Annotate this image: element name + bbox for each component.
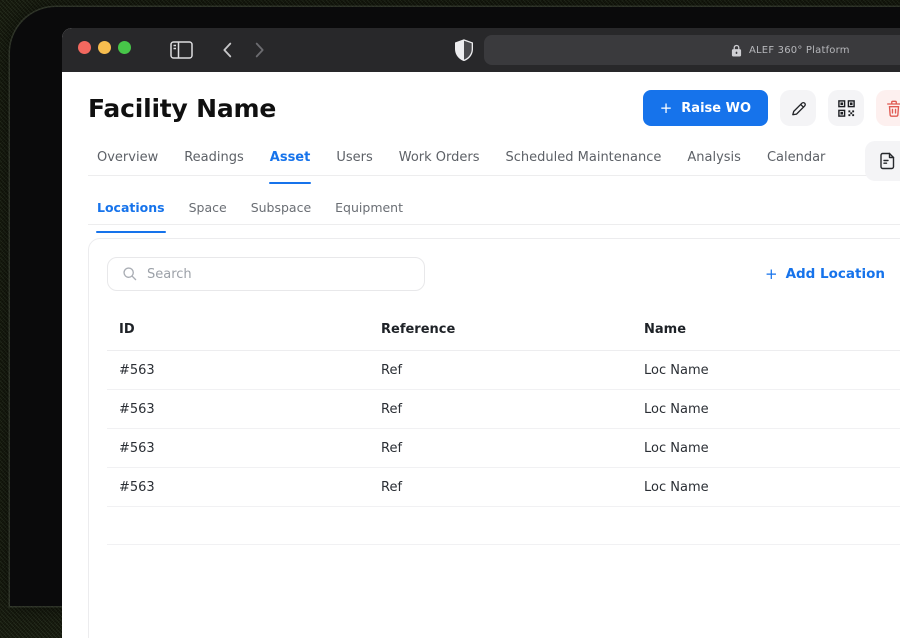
search-input[interactable] xyxy=(147,266,387,282)
subtab-locations[interactable]: Locations xyxy=(96,191,166,233)
sidebar-toggle-icon[interactable] xyxy=(170,41,193,59)
qr-code-button[interactable] xyxy=(828,90,864,126)
add-location-label: Add Location xyxy=(785,266,885,282)
locations-panel: + Add Location ID Reference Name #563 Re… xyxy=(88,238,900,638)
tab-users[interactable]: Users xyxy=(335,141,373,174)
privacy-shield-icon[interactable] xyxy=(454,39,474,61)
subtab-space[interactable]: Space xyxy=(188,191,228,224)
page-content: Facility Name + Raise WO Overview Readin… xyxy=(62,90,900,638)
cell-reference: Ref xyxy=(381,479,403,495)
cell-reference: Ref xyxy=(381,440,403,456)
tab-analysis[interactable]: Analysis xyxy=(686,141,742,174)
minimize-window-button[interactable] xyxy=(98,41,111,54)
browser-chrome: ALEF 360° Platform xyxy=(62,28,900,72)
cell-id: #563 xyxy=(119,362,155,378)
tab-scheduled-maintenance[interactable]: Scheduled Maintenance xyxy=(505,141,663,174)
qr-code-icon xyxy=(837,99,855,117)
column-header-reference: Reference xyxy=(381,322,456,337)
browser-window: ALEF 360° Platform Facility Name + Raise… xyxy=(62,28,900,638)
search-icon xyxy=(123,267,137,281)
pencil-icon xyxy=(791,101,806,115)
raise-wo-label: Raise WO xyxy=(681,100,751,116)
forward-icon[interactable] xyxy=(248,39,270,61)
delete-button[interactable] xyxy=(876,90,900,126)
subtab-subspace[interactable]: Subspace xyxy=(250,191,312,224)
cell-name: Loc Name xyxy=(644,401,709,417)
table-header-row: ID Reference Name xyxy=(107,309,900,351)
plus-icon: + xyxy=(659,99,673,117)
cell-name: Loc Name xyxy=(644,479,709,495)
subtab-equipment[interactable]: Equipment xyxy=(334,191,404,224)
cell-reference: Ref xyxy=(381,362,403,378)
table-footer-divider xyxy=(107,507,900,545)
raise-wo-button[interactable]: + Raise WO xyxy=(642,90,768,126)
column-header-name: Name xyxy=(644,322,687,337)
trash-icon xyxy=(887,100,900,117)
page-header: Facility Name + Raise WO xyxy=(88,90,900,126)
cell-id: #563 xyxy=(119,479,155,495)
desktop-background: { "colors": { "accent": "#1673EB", "dang… xyxy=(0,0,900,638)
document-icon xyxy=(880,152,895,170)
cell-id: #563 xyxy=(119,440,155,456)
main-tabs: Overview Readings Asset Users Work Order… xyxy=(88,140,900,184)
table-row[interactable]: #563 Ref Loc Name xyxy=(107,468,900,507)
tab-asset[interactable]: Asset xyxy=(268,141,312,184)
locations-panel-toolbar: + Add Location xyxy=(89,239,900,291)
edit-button[interactable] xyxy=(780,90,816,126)
address-text: ALEF 360° Platform xyxy=(749,44,850,56)
cell-reference: Ref xyxy=(381,401,403,417)
locations-table: ID Reference Name #563 Ref Loc Name #563… xyxy=(107,309,900,545)
asset-subtabs: Locations Space Subspace Equipment xyxy=(88,190,900,233)
tab-readings[interactable]: Readings xyxy=(183,141,245,174)
cell-name: Loc Name xyxy=(644,440,709,456)
tab-work-orders[interactable]: Work Orders xyxy=(398,141,481,174)
add-location-button[interactable]: + Add Location xyxy=(765,265,885,283)
close-window-button[interactable] xyxy=(78,41,91,54)
cell-id: #563 xyxy=(119,401,155,417)
search-box xyxy=(107,257,425,291)
column-header-id: ID xyxy=(119,322,135,337)
address-bar-content: ALEF 360° Platform xyxy=(731,35,850,65)
header-actions: + Raise WO xyxy=(642,90,900,126)
address-bar[interactable]: ALEF 360° Platform xyxy=(484,35,900,65)
tab-calendar[interactable]: Calendar xyxy=(766,141,826,174)
report-button[interactable] xyxy=(865,141,900,181)
table-row[interactable]: #563 Ref Loc Name xyxy=(107,351,900,390)
table-row[interactable]: #563 Ref Loc Name xyxy=(107,390,900,429)
table-row[interactable]: #563 Ref Loc Name xyxy=(107,429,900,468)
page-title: Facility Name xyxy=(88,93,277,123)
cell-name: Loc Name xyxy=(644,362,709,378)
zoom-window-button[interactable] xyxy=(118,41,131,54)
lock-icon xyxy=(731,44,742,56)
plus-icon: + xyxy=(764,265,778,283)
tab-overview[interactable]: Overview xyxy=(96,141,159,174)
back-icon[interactable] xyxy=(217,39,239,61)
